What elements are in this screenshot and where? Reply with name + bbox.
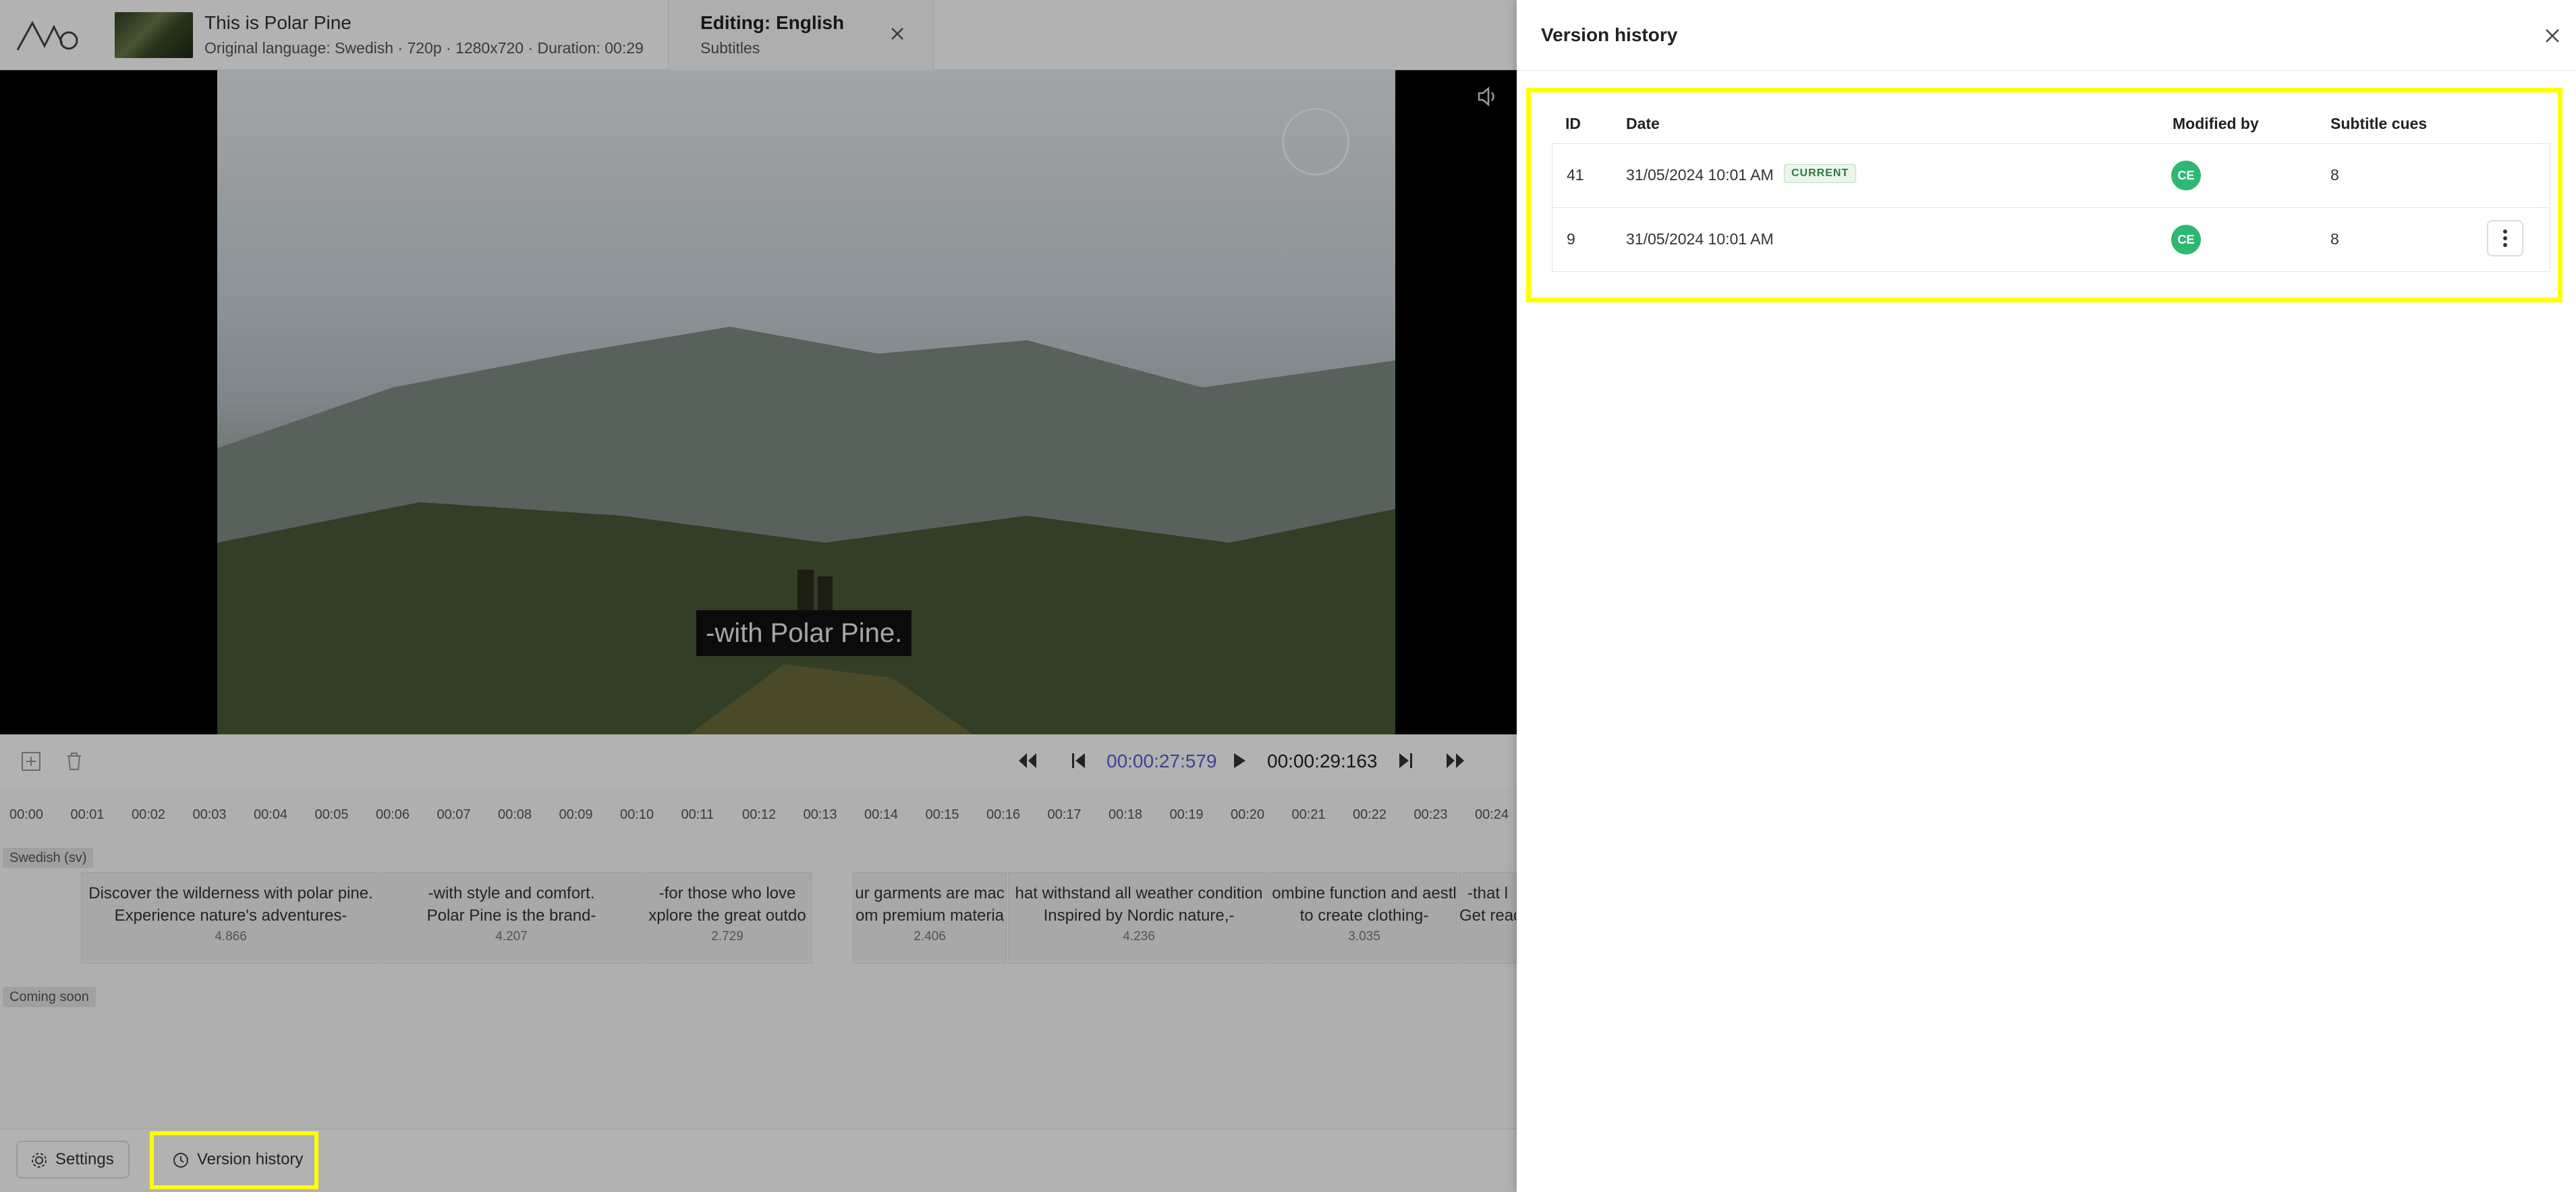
panel-divider xyxy=(1517,70,2576,71)
highlight-box xyxy=(150,1131,318,1189)
panel-title: Version history xyxy=(1541,24,1678,45)
close-icon[interactable] xyxy=(2541,24,2564,47)
modal-backdrop[interactable] xyxy=(0,0,1517,1192)
highlight-box xyxy=(1526,88,2563,302)
